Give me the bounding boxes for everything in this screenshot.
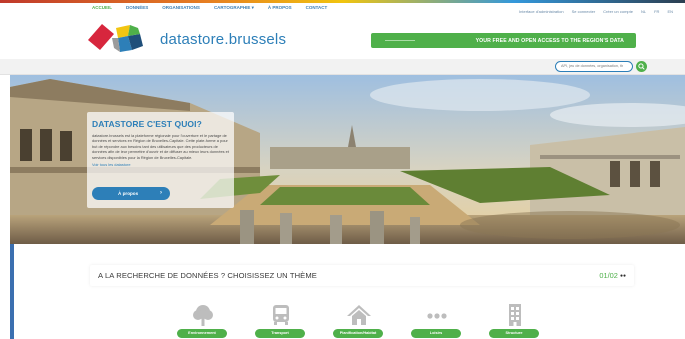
- theme-pager: 01/02 ●●: [599, 271, 626, 280]
- nav-menu: ACCUEIL DONNÉES ORGANISATIONS CARTOGRAPH…: [92, 5, 327, 11]
- nav-item-a-propos[interactable]: À PROPOS: [268, 5, 292, 11]
- theme-item-loisirs[interactable]: Loisirs: [404, 298, 470, 339]
- theme-pager-count: 01/02: [599, 271, 618, 280]
- search-icon: [638, 63, 645, 70]
- nav-item-cartographie[interactable]: CARTOGRAPHIE ▾: [214, 5, 254, 11]
- site-title[interactable]: datastore.brussels: [160, 31, 286, 48]
- theme-pill-planification: Planification/Habitat: [333, 329, 383, 338]
- hero-link[interactable]: Voir tous les datastore: [92, 162, 229, 167]
- chevron-right-icon: ›: [160, 190, 162, 196]
- theme-section-header: A LA RECHERCHE DE DONNÉES ? CHOISISSEZ U…: [90, 265, 634, 286]
- theme-item-environnement[interactable]: Environnement: [170, 298, 236, 339]
- lang-fr-link[interactable]: FR: [654, 9, 659, 14]
- admin-link[interactable]: Interface d'administration: [519, 9, 564, 14]
- theme-list: Environnement Transport Planification/Ha…: [170, 298, 590, 339]
- search-button[interactable]: [636, 61, 647, 72]
- a-propos-button-label: À propos: [118, 191, 139, 196]
- dots-icon: [427, 313, 447, 319]
- nav-item-organisations[interactable]: ORGANISATIONS: [162, 5, 200, 11]
- site-logo[interactable]: [88, 22, 150, 56]
- lang-en-link[interactable]: EN: [667, 9, 673, 14]
- utility-bar: Interface d'administration Se connecter …: [519, 9, 673, 14]
- nav-item-donnees[interactable]: DONNÉES: [126, 5, 148, 11]
- tree-icon: [193, 305, 213, 326]
- a-propos-button[interactable]: À propos ›: [92, 187, 170, 200]
- hero-title: DATASTORE C'EST QUOI?: [92, 119, 202, 129]
- top-color-stripe: [0, 0, 685, 3]
- nav-item-contact[interactable]: CONTACT: [306, 5, 328, 11]
- theme-pill-transport: Transport: [255, 329, 305, 338]
- left-accent-bar: [10, 244, 14, 339]
- theme-pill-structure: Structure: [489, 329, 539, 338]
- hero-info-card: DATASTORE C'EST QUOI? datastore.brussels…: [87, 112, 234, 208]
- theme-item-transport[interactable]: Transport: [248, 298, 314, 339]
- pager-dots-icon[interactable]: ●●: [620, 273, 626, 279]
- theme-section-title: A LA RECHERCHE DE DONNÉES ? CHOISISSEZ U…: [98, 271, 317, 280]
- search-input[interactable]: API, jeu de données, organisation, th: [555, 61, 633, 72]
- banner-line: [385, 40, 415, 41]
- signup-link[interactable]: Créer un compte: [603, 9, 633, 14]
- hero-description: datastore.brussels est la plateforme rég…: [92, 133, 229, 160]
- theme-pill-loisirs: Loisirs: [411, 329, 461, 338]
- theme-item-planification[interactable]: Planification/Habitat: [326, 298, 392, 339]
- bus-icon: [273, 305, 289, 325]
- login-link[interactable]: Se connecter: [572, 9, 596, 14]
- nav-item-accueil[interactable]: ACCUEIL: [92, 5, 112, 11]
- tagline-text: YOUR FREE AND OPEN ACCESS TO THE REGION'…: [475, 37, 624, 44]
- building-icon: [509, 304, 521, 326]
- theme-item-structure[interactable]: Structure: [482, 298, 548, 339]
- house-icon: [347, 305, 371, 325]
- lang-nl-link[interactable]: NL: [641, 9, 646, 14]
- theme-pill-environnement: Environnement: [177, 329, 227, 338]
- tagline-banner: YOUR FREE AND OPEN ACCESS TO THE REGION'…: [371, 33, 636, 48]
